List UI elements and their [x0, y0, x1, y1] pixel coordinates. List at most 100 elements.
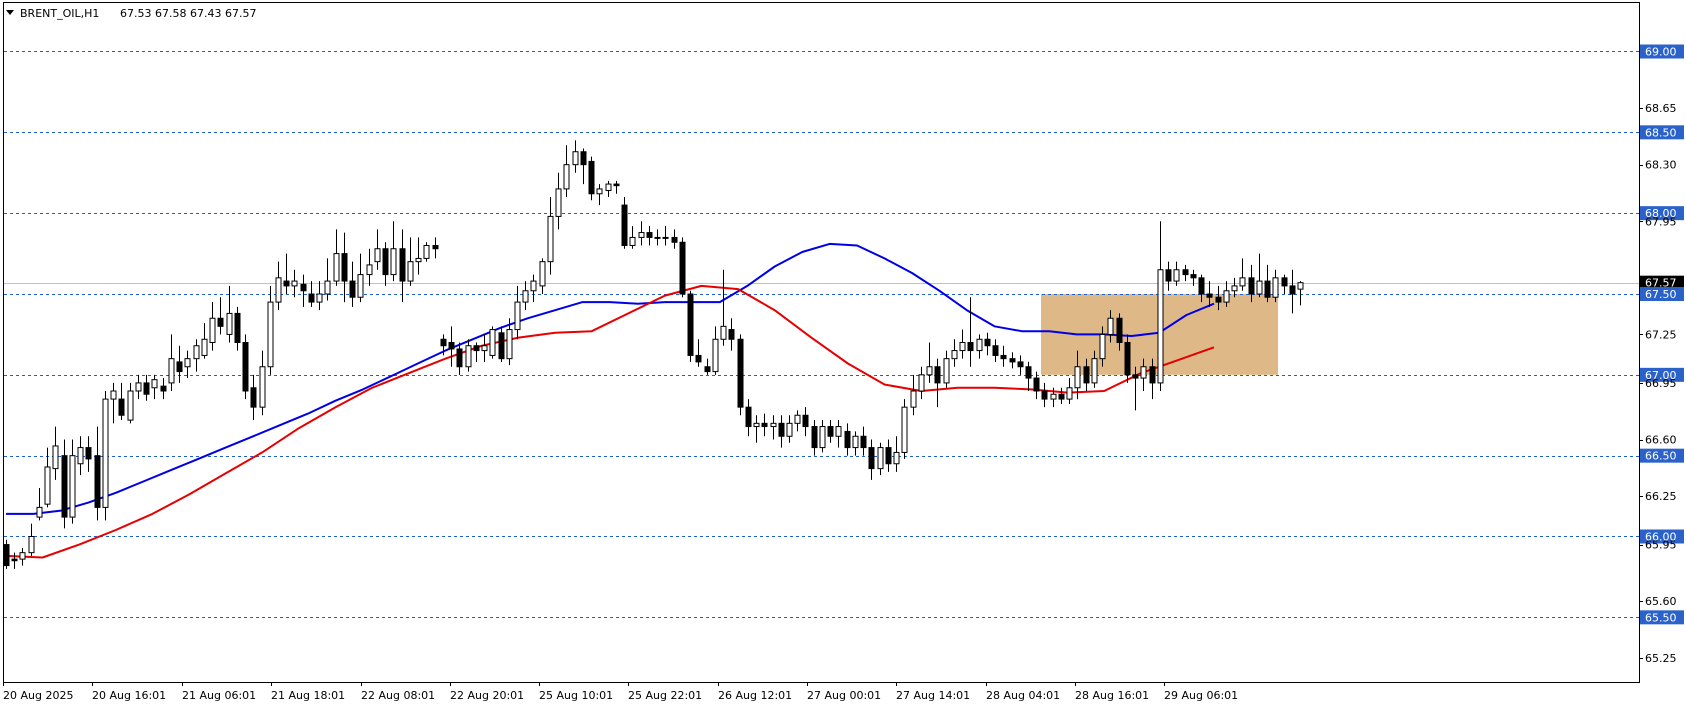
candle-body: [1231, 285, 1238, 292]
x-tick-label: 22 Aug 08:01: [361, 689, 435, 702]
candle-body: [827, 426, 834, 437]
candle-body: [168, 358, 175, 384]
candle-body: [646, 232, 653, 238]
candle-body: [110, 390, 117, 400]
candle-body: [275, 277, 282, 303]
candle-body: [555, 188, 562, 217]
candle-body: [737, 338, 744, 408]
candle: [737, 334, 744, 416]
candle-body: [1017, 361, 1024, 368]
x-tick-label: 21 Aug 18:01: [271, 689, 345, 702]
candle-body: [588, 160, 595, 195]
level-price-label: 69.00: [1645, 46, 1677, 59]
ohlc-readout: 67.53 67.58 67.43 67.57: [120, 7, 256, 20]
candle-body: [316, 293, 323, 303]
candle-body: [687, 293, 694, 356]
candle-body: [234, 312, 241, 343]
candle-body: [506, 329, 513, 360]
candle-body: [127, 390, 134, 421]
candle-body: [728, 329, 735, 340]
candle: [588, 156, 595, 201]
candle-body: [135, 382, 142, 392]
candle-body: [679, 241, 686, 295]
candle-body: [357, 274, 364, 298]
candle: [901, 399, 908, 459]
symbol-label: BRENT_OIL,H1: [20, 7, 99, 20]
candle-body: [877, 447, 884, 470]
candle-body: [992, 345, 999, 356]
candle-body: [819, 426, 826, 449]
x-tick-label: 25 Aug 22:01: [628, 689, 702, 702]
candle-body: [811, 426, 818, 449]
candle-body: [267, 301, 274, 368]
candle: [621, 197, 628, 249]
candle-body: [959, 342, 966, 352]
candle-body: [1033, 377, 1040, 392]
candle-body: [259, 366, 266, 408]
candle-body: [1091, 358, 1098, 384]
candle-body: [984, 338, 991, 347]
candle-body: [407, 261, 414, 282]
candle-body: [580, 151, 587, 166]
candle: [3, 539, 10, 569]
candle-body: [201, 338, 208, 356]
candle-body: [382, 248, 389, 276]
candle-body: [613, 183, 620, 187]
candle-body: [778, 422, 785, 437]
candle-body: [143, 382, 150, 395]
level-price-label: 67.50: [1645, 288, 1677, 301]
candle-body: [1107, 317, 1114, 335]
candle-body: [366, 264, 373, 276]
candle-body: [19, 552, 26, 560]
x-tick-label: 21 Aug 06:01: [182, 689, 256, 702]
y-tick-label: 68.30: [1645, 159, 1677, 172]
candle-body: [794, 414, 801, 424]
candle-body: [943, 358, 950, 384]
candle-body: [967, 342, 974, 352]
candle-body: [283, 280, 290, 287]
candle-body: [1256, 280, 1263, 295]
candle-body: [720, 325, 727, 340]
candle-body: [423, 245, 430, 259]
y-tick-label: 68.65: [1645, 102, 1677, 115]
candle-body: [184, 358, 191, 368]
candle-body: [489, 329, 496, 356]
y-tick-label: 65.95: [1645, 539, 1677, 552]
chart-window: 69.00 68.65 68.50 68.30 68.00 67.95 67.57 67.50…: [0, 0, 1686, 704]
level-price-label: 66.50: [1645, 450, 1677, 463]
candle-body: [209, 317, 216, 343]
candle-body: [85, 447, 92, 460]
candle-body: [835, 426, 842, 437]
candle-body: [1000, 354, 1007, 360]
candle-body: [1223, 290, 1230, 303]
level-price-label: 68.50: [1645, 126, 1677, 139]
candle-body: [1041, 390, 1048, 400]
candle-body: [1099, 333, 1106, 360]
candle-body: [885, 447, 892, 465]
candle-body: [160, 385, 167, 392]
candle-body: [291, 280, 298, 287]
candle-body: [193, 345, 200, 360]
candle-body: [926, 366, 933, 376]
candle: [679, 237, 686, 298]
candle-body: [563, 164, 570, 190]
candle-body: [415, 257, 422, 263]
candle-body: [61, 455, 68, 518]
candle-body: [802, 414, 809, 428]
candle-body: [1190, 274, 1197, 279]
candle-body: [770, 422, 777, 428]
candle-body: [69, 455, 76, 518]
chart-header[interactable]: BRENT_OIL,H1 67.53 67.58 67.43 67.57: [6, 7, 256, 20]
candle-body: [514, 301, 521, 331]
candle-body: [918, 374, 925, 392]
candle-body: [1289, 285, 1296, 295]
candle-body: [654, 236, 661, 239]
candle-body: [621, 204, 628, 246]
candle-body: [761, 422, 768, 428]
candle-body: [1297, 282, 1304, 290]
candle-body: [44, 466, 51, 505]
candle-body: [333, 253, 340, 282]
x-tick-label: 29 Aug 06:01: [1164, 689, 1238, 702]
candle-body: [530, 280, 537, 292]
candle: [242, 334, 249, 400]
